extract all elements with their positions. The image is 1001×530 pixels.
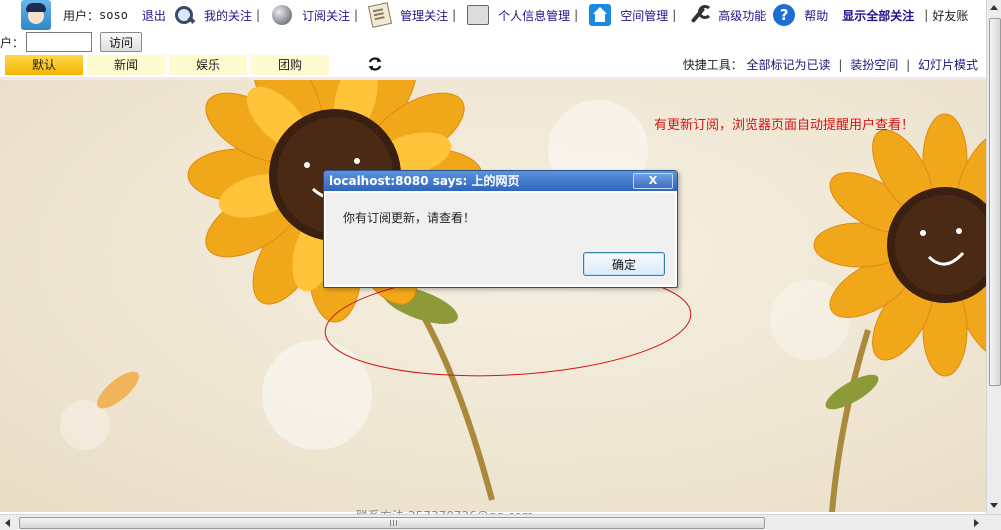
quick-tools-label: 快捷工具：	[682, 58, 743, 72]
separator: |	[354, 8, 359, 22]
mark-all-read-link[interactable]: 全部标记为已读	[747, 58, 831, 72]
separator: |	[906, 58, 911, 72]
top-nav: 用户： soso 退出 我的关注 | 订阅关注 | 管理关注 | 个人信息管理 …	[0, 0, 986, 30]
document-icon	[367, 2, 393, 28]
manage-follows-link[interactable]: 管理关注	[400, 7, 448, 24]
help-link[interactable]: 帮助	[804, 7, 828, 24]
dialog-body: 你有订阅更新，请查看！ 确定	[326, 193, 675, 285]
scroll-up-arrow-icon[interactable]	[990, 5, 998, 10]
vertical-scrollbar[interactable]	[986, 0, 1001, 514]
help-icon: ?	[772, 3, 796, 27]
horizontal-scroll-thumb[interactable]	[19, 517, 765, 529]
ok-button[interactable]: 确定	[583, 252, 665, 276]
visit-label: 户：	[0, 35, 25, 50]
tab-groupbuy[interactable]: 团购	[251, 55, 329, 75]
separator: |	[255, 8, 260, 22]
user-label: 用户：	[63, 8, 100, 23]
advanced-link[interactable]: 高级功能	[718, 7, 766, 24]
tab-entertainment[interactable]: 娱乐	[169, 55, 247, 75]
globe-icon	[270, 3, 294, 27]
separator: |	[452, 8, 457, 22]
friends-link[interactable]: 好友账	[932, 7, 968, 24]
sunflower-illustration	[97, 80, 986, 512]
quick-tools: 快捷工具： 全部标记为已读 | 装扮空间 | 幻灯片模式	[683, 56, 978, 73]
slideshow-link[interactable]: 幻灯片模式	[918, 58, 978, 72]
visit-button[interactable]: 访问	[100, 32, 143, 52]
my-follows-link[interactable]: 我的关注	[204, 7, 252, 24]
browser-page: 用户： soso 退出 我的关注 | 订阅关注 | 管理关注 | 个人信息管理 …	[0, 0, 1001, 530]
vertical-scroll-thumb[interactable]	[989, 18, 1001, 386]
show-all-follows-link[interactable]: 显示全部关注	[842, 7, 914, 24]
home-icon	[588, 3, 612, 27]
scroll-left-arrow-icon[interactable]	[5, 519, 10, 527]
logout-link[interactable]: 退出	[142, 7, 166, 24]
visit-row: 户： 访问	[0, 31, 986, 53]
username: soso	[99, 8, 128, 22]
separator: |	[838, 58, 843, 72]
separator: |	[924, 8, 929, 22]
scroll-down-arrow-icon[interactable]	[990, 503, 998, 508]
wrench-icon	[686, 3, 713, 27]
space-manage-link[interactable]: 空间管理	[620, 7, 668, 24]
avatar[interactable]	[21, 0, 51, 30]
visit-user-input[interactable]	[26, 32, 93, 52]
close-icon[interactable]: X	[633, 173, 673, 189]
separator: |	[574, 8, 579, 22]
annotation-text: 有更新订阅，浏览器页面自动提醒用户查看！	[654, 118, 915, 133]
content-background	[0, 80, 986, 512]
separator: |	[672, 8, 677, 22]
tab-default[interactable]: 默认	[5, 55, 83, 75]
decorate-space-link[interactable]: 装扮空间	[850, 58, 898, 72]
dialog-title: localhost:8080 says: 上的网页	[329, 174, 520, 188]
dialog-title-bar: localhost:8080 says: 上的网页 X	[324, 171, 677, 191]
magnifier-icon	[172, 3, 196, 27]
subscribe-link[interactable]: 订阅关注	[302, 7, 350, 24]
profile-card-icon	[466, 3, 490, 27]
tab-bar: 默认 新闻 娱乐 团购 快捷工具： 全部标记为已读 | 装扮空间 | 幻灯片模式	[0, 53, 986, 80]
dialog-message: 你有订阅更新，请查看！	[343, 211, 476, 225]
refresh-icon[interactable]	[366, 55, 384, 73]
alert-dialog: localhost:8080 says: 上的网页 X 你有订阅更新，请查看！ …	[323, 170, 678, 288]
profile-link[interactable]: 个人信息管理	[498, 7, 570, 24]
scroll-right-arrow-icon[interactable]	[974, 519, 979, 527]
tab-news[interactable]: 新闻	[87, 55, 165, 75]
horizontal-scrollbar[interactable]	[0, 514, 1001, 530]
